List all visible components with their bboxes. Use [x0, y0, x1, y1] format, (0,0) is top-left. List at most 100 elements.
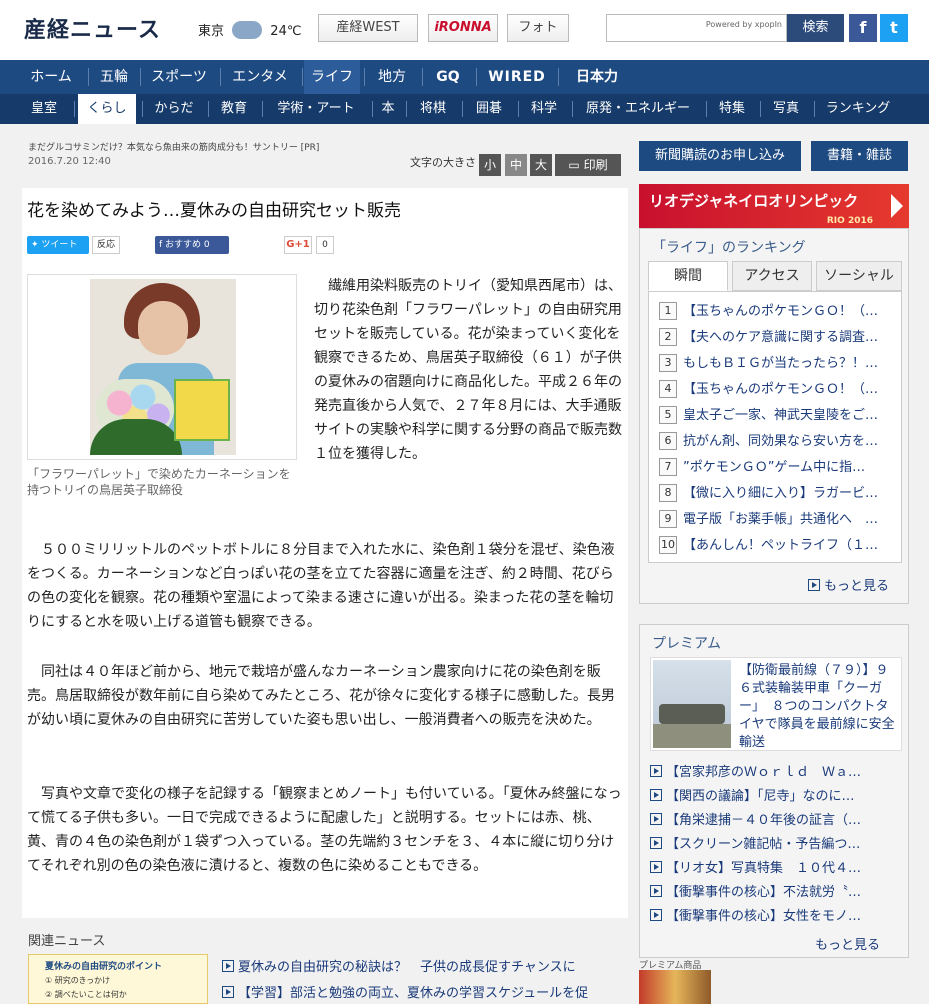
photo-button[interactable]: フォト	[507, 14, 569, 42]
premium-product-image[interactable]	[639, 970, 711, 1004]
premium-item[interactable]: 【角栄逮捕－４０年後の証言（…	[650, 809, 902, 828]
pr-ad-link[interactable]: まだグルコサミンだけ？本気なら魚由来の筋肉成分も！サントリー [PR]	[28, 140, 319, 153]
related-item[interactable]: 【学習】部活と勉強の両立、夏休みの学習スケジュールを促	[222, 982, 606, 1001]
photo-caption: 「フラワーパレット」で染めたカーネーションを持つトリイの鳥居英子取締役	[27, 467, 291, 497]
font-large-button[interactable]: 大	[530, 154, 552, 176]
books-button[interactable]: 書籍・雑誌	[811, 141, 908, 171]
subnav-gakujutsu[interactable]: 学術・アート	[266, 94, 366, 124]
google-plus-button[interactable]: G+1	[284, 236, 312, 254]
article-date: 2016.7.20 12:40	[28, 156, 111, 167]
nav-sports[interactable]: スポーツ	[144, 60, 214, 94]
subnav-kyoiku[interactable]: 教育	[212, 94, 256, 124]
print-button[interactable]: ▭ 印刷	[555, 154, 621, 176]
ranking-item[interactable]: 6 抗がん剤、同効果なら安い方を…	[659, 430, 895, 454]
related-item[interactable]: 夏休みの自由研究の秘訣は？ 子供の成長促すチャンスに	[222, 956, 606, 975]
arrow-icon	[650, 813, 662, 825]
tab-access[interactable]: アクセス	[732, 261, 812, 291]
ranking-panel: 「ライフ」のランキング 瞬間 アクセス ソーシャル 1 【玉ちゃんのポケモンＧＯ！…	[639, 228, 909, 604]
ironna-button[interactable]: iRONNA	[428, 14, 498, 42]
subnav-karada[interactable]: からだ	[146, 94, 202, 124]
nav-olympics[interactable]: 五輪	[92, 60, 136, 94]
nav-entame[interactable]: エンタメ	[224, 60, 296, 94]
premium-feature-image[interactable]	[653, 660, 731, 748]
subnav-kagaku[interactable]: 科学	[522, 94, 566, 124]
weather-widget: 東京 24℃	[198, 20, 301, 39]
subnav-igo[interactable]: 囲碁	[466, 94, 512, 124]
subnav-energy[interactable]: 原発・エネルギー	[576, 94, 700, 124]
ranking-item[interactable]: 9 電子版「お薬手帳」共通化へ …	[659, 508, 895, 532]
premium-panel: プレミアム 【防衛最前線（７９）】９６式装輪装甲車「クーガー」 ８つのコンパクト…	[639, 624, 909, 958]
search-button[interactable]: 検索	[787, 14, 844, 42]
printer-icon: ▭	[568, 158, 584, 172]
search-input[interactable]: Powered by xpopIn	[606, 14, 787, 42]
subscribe-button[interactable]: 新聞購読のお申し込み	[639, 141, 801, 171]
twitter-icon[interactable]: t	[880, 14, 908, 42]
premium-more-link[interactable]: もっと見る	[815, 934, 880, 953]
ranking-item[interactable]: 10 【あんしん！ペットライフ（１…	[659, 534, 895, 558]
search-powered-label: Powered by xpopIn	[705, 20, 782, 29]
subnav-shogi[interactable]: 将棋	[410, 94, 456, 124]
nav-wired[interactable]: WIRED	[482, 60, 552, 94]
premium-item[interactable]: 【衝撃事件の核心】女性をモノ…	[650, 905, 902, 924]
nav-gq[interactable]: GQ	[426, 60, 470, 94]
nav-nihonryoku[interactable]: 日本力	[564, 60, 630, 94]
weather-rain-icon	[232, 21, 263, 39]
font-medium-button[interactable]: 中	[505, 154, 527, 176]
premium-feature[interactable]: 【防衛最前線（７９）】９６式装輪装甲車「クーガー」 ８つのコンパクトタイヤで隊員…	[650, 657, 902, 751]
arrow-icon	[650, 837, 662, 849]
nav-home[interactable]: ホーム	[20, 60, 82, 94]
subnav-tokushu[interactable]: 特集	[710, 94, 754, 124]
arrow-icon	[222, 960, 234, 972]
premium-item[interactable]: 【スクリーン雑記帖・予告編つ…	[650, 833, 902, 852]
ranking-item[interactable]: 4 【玉ちゃんのポケモンＧＯ！（…	[659, 378, 895, 402]
reaction-count[interactable]: 反応	[92, 236, 134, 254]
ranking-more-link[interactable]: もっと見る	[808, 575, 889, 594]
arrow-icon	[650, 789, 662, 801]
subnav-shashin[interactable]: 写真	[764, 94, 808, 124]
twitter-bird-icon: ✦	[31, 240, 42, 250]
subnav-ranking[interactable]: ランキング	[818, 94, 898, 124]
article-lead-paragraph: 繊維用染料販売のトリイ（愛知県西尾市）は、切り花染色剤「フラワーパレット」の自由…	[314, 278, 622, 462]
tab-social[interactable]: ソーシャル	[816, 261, 902, 291]
facebook-icon[interactable]: f	[849, 14, 877, 42]
ranking-item[interactable]: 7 ”ポケモンＧＯ”ゲーム中に指…	[659, 456, 895, 480]
article-paragraph-2: 同社は４０年ほど前から、地元で栽培が盛んなカーネーション農家向けに花の染色剤を販…	[27, 664, 615, 728]
tweet-button[interactable]: ✦ ツイート	[27, 236, 89, 254]
arrow-icon	[650, 909, 662, 921]
arrow-icon	[808, 579, 820, 591]
nav-life[interactable]: ライフ	[304, 60, 360, 94]
related-thumbnail[interactable]: 夏休みの自由研究のポイント ① 研究のきっかけ ② 調べたいことは何か	[28, 954, 208, 1004]
main-area: まだグルコサミンだけ？本気なら魚由来の筋肉成分も！サントリー [PR] 2016…	[0, 124, 929, 1004]
premium-item[interactable]: 【リオ女】写真特集 １０代４…	[650, 857, 902, 876]
premium-item[interactable]: 【衝撃事件の核心】不法就労〝…	[650, 881, 902, 900]
article-paragraph-1: ５００ミリリットルのペットボトルに８分目まで入れた水に、染色剤１袋分を混ぜ、染色…	[27, 542, 615, 630]
premium-item[interactable]: 【関西の議論】「尼寺」なのに…	[650, 785, 902, 804]
fontsize-label: 文字の大きさ	[410, 156, 476, 169]
top-header: 産経ニュース 東京 24℃ 産経WEST iRONNA フォト Powered …	[0, 0, 929, 60]
olympic-banner[interactable]: リオデジャネイロオリンピック RIO 2016	[639, 184, 909, 228]
article-body: 花を染めてみよう…夏休みの自由研究セット販売 ✦ ツイート 反応 f おすすめ …	[22, 188, 628, 918]
font-small-button[interactable]: 小	[479, 154, 501, 176]
nav-local[interactable]: 地方	[368, 60, 416, 94]
premium-feature-text[interactable]: 【防衛最前線（７９）】９６式装輪装甲車「クーガー」 ８つのコンパクトタイヤで隊員…	[739, 662, 899, 752]
arrow-icon	[650, 885, 662, 897]
tab-instant[interactable]: 瞬間	[648, 261, 728, 291]
article-photo[interactable]	[90, 279, 236, 455]
arrow-right-icon	[891, 194, 903, 218]
premium-item[interactable]: 【宮家邦彦のＷｏｒｌｄ Ｗａ…	[650, 761, 902, 780]
facebook-recommend-button[interactable]: f おすすめ 0	[155, 236, 229, 254]
ranking-item[interactable]: 2 【夫へのケア意識に関する調査…	[659, 326, 895, 350]
arrow-icon	[650, 861, 662, 873]
article-photo-frame	[27, 274, 297, 460]
ranking-item[interactable]: 3 もしもＢＩＧが当たったら？！…	[659, 352, 895, 376]
subnav-koshitsu[interactable]: 皇室	[20, 94, 68, 124]
sankei-west-button[interactable]: 産経WEST	[318, 14, 418, 42]
ranking-item[interactable]: 8 【微に入り細に入り】ラガービ…	[659, 482, 895, 506]
ranking-item[interactable]: 1 【玉ちゃんのポケモンＧＯ！（…	[659, 300, 895, 324]
ranking-title: 「ライフ」のランキング	[652, 240, 806, 256]
subnav-hon[interactable]: 本	[376, 94, 400, 124]
subnav-kurashi[interactable]: くらし	[78, 94, 136, 124]
ranking-item[interactable]: 5 皇太子ご一家、神武天皇陵をご…	[659, 404, 895, 428]
site-logo[interactable]: 産経ニュース	[24, 12, 161, 44]
article-headline: 花を染めてみよう…夏休みの自由研究セット販売	[27, 201, 401, 221]
